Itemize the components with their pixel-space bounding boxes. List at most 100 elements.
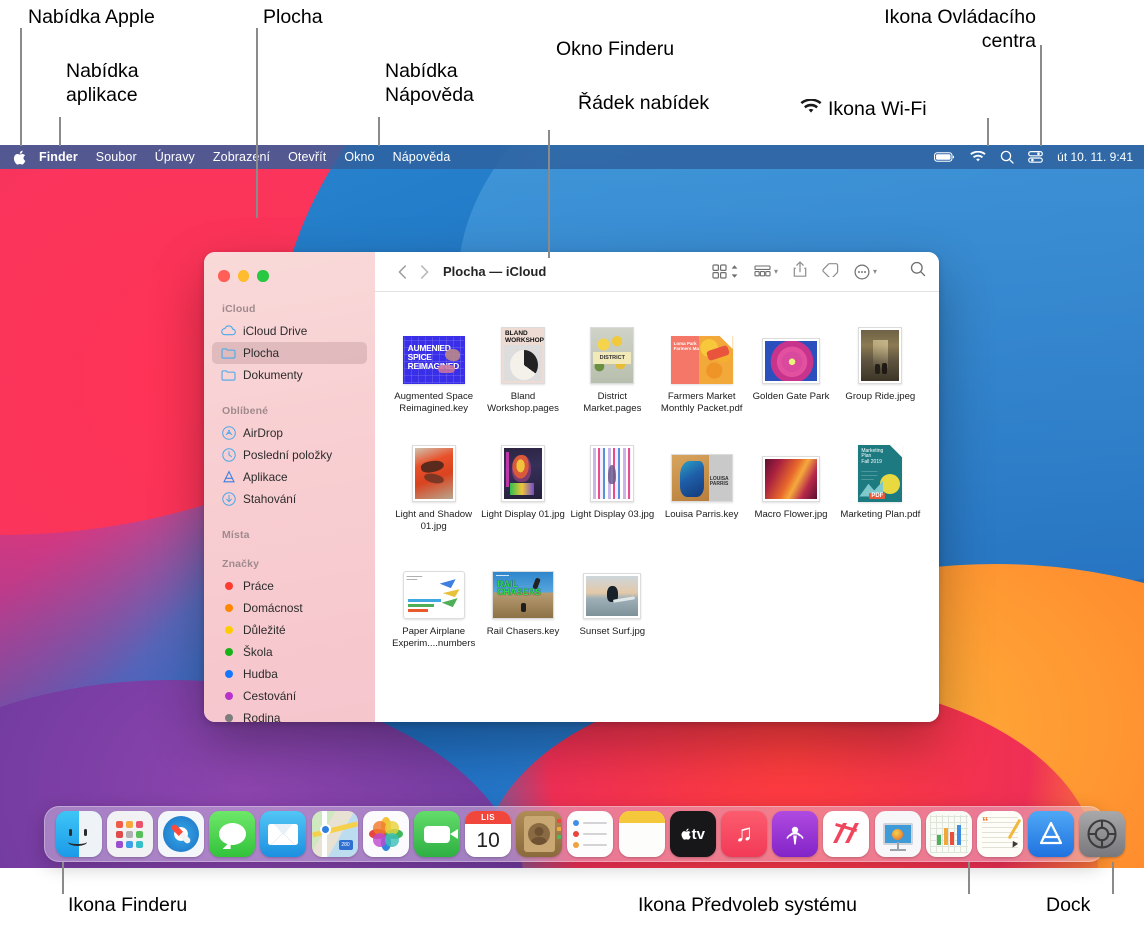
control-center-icon[interactable]: [1028, 150, 1043, 164]
file-item[interactable]: BLANDWORKSHOP Bland Workshop.pages: [478, 308, 567, 416]
sidebar-tag-dulezite[interactable]: Důležité: [212, 619, 367, 641]
dock-item-launchpad[interactable]: [107, 811, 153, 857]
finder-window[interactable]: iCloud iCloud Drive Plocha Dokumenty Obl…: [204, 252, 939, 722]
minimize-button[interactable]: [238, 270, 250, 282]
finder-content-pane[interactable]: Plocha — iCloud ▾ ▾: [375, 252, 939, 722]
dock-item-appletv[interactable]: tv: [670, 811, 716, 857]
search-icon[interactable]: [910, 261, 926, 282]
dock-item-safari[interactable]: [158, 811, 204, 857]
sidebar-item-icloud-drive[interactable]: iCloud Drive: [212, 320, 367, 342]
sidebar-item-label: Plocha: [243, 346, 279, 360]
tag-dot-icon: [221, 666, 236, 681]
sidebar-item-stahovani[interactable]: Stahování: [212, 488, 367, 510]
dock-item-photos[interactable]: [363, 811, 409, 857]
file-item[interactable]: ▬▬▬▬▬▬▬▬▬▬ Paper Airplane Experim....num…: [389, 543, 478, 651]
dock-item-calendar[interactable]: LIS 10: [465, 811, 511, 857]
menu-bar[interactable]: Finder Soubor Úpravy Zobrazení Otevřít O…: [0, 145, 1144, 169]
menu-item-upravy[interactable]: Úpravy: [146, 150, 204, 164]
menu-item-napoveda[interactable]: Nápověda: [384, 150, 460, 164]
dock[interactable]: 280 LIS 10: [44, 806, 1104, 862]
sidebar-tag-cestovani[interactable]: Cestování: [212, 685, 367, 707]
tag-dot-icon: [221, 688, 236, 703]
file-item[interactable]: DISTRICT District Market.pages: [568, 308, 657, 416]
callout-control-center: Ikona Ovládacího centra: [790, 6, 1036, 54]
file-item[interactable]: ▬▬▬▬▬ RAILCHASERS Rail Chasers.key: [478, 543, 567, 651]
menu-bar-clock[interactable]: út 10. 11. 9:41: [1057, 150, 1133, 164]
file-item[interactable]: Macro Flower.jpg: [746, 426, 835, 534]
view-options-button[interactable]: [712, 264, 739, 279]
sidebar-tag-skola[interactable]: Škola: [212, 641, 367, 663]
dock-item-keynote[interactable]: [875, 811, 921, 857]
dock-item-reminders[interactable]: [567, 811, 613, 857]
chevron-down-icon: ▾: [873, 267, 877, 276]
dock-item-finder[interactable]: [56, 811, 102, 857]
sidebar-tag-prace[interactable]: Práce: [212, 575, 367, 597]
finder-sidebar[interactable]: iCloud iCloud Drive Plocha Dokumenty Obl…: [204, 252, 375, 722]
file-name: Light Display 01.jpg: [481, 509, 565, 521]
file-item[interactable]: LOUISAPARRIS Louisa Parris.key: [657, 426, 746, 534]
dock-item-appstore[interactable]: [1028, 811, 1074, 857]
file-item[interactable]: Light Display 01.jpg: [478, 426, 567, 534]
menu-bar-status-area[interactable]: út 10. 11. 9:41: [934, 150, 1144, 164]
dock-item-pages[interactable]: “: [977, 811, 1023, 857]
file-item[interactable]: Loma ParkFarmers Market Farmers Market M…: [657, 308, 746, 416]
tag-icon[interactable]: [822, 262, 839, 282]
dock-item-mail[interactable]: [260, 811, 306, 857]
zoom-button[interactable]: [257, 270, 269, 282]
dock-item-news[interactable]: [823, 811, 869, 857]
tag-dot-icon: [221, 622, 236, 637]
sidebar-item-plocha[interactable]: Plocha: [212, 342, 367, 364]
sidebar-item-label: Hudba: [243, 667, 278, 681]
leader-app-menu: [59, 117, 61, 146]
menu-item-zobrazeni[interactable]: Zobrazení: [204, 150, 279, 164]
close-button[interactable]: [218, 270, 230, 282]
spotlight-search-icon[interactable]: [1000, 150, 1014, 164]
chevron-left-icon[interactable]: [391, 265, 413, 279]
dock-item-numbers[interactable]: [926, 811, 972, 857]
file-item[interactable]: Sunset Surf.jpg: [568, 543, 657, 651]
finder-toolbar-actions[interactable]: ▾ ▾: [712, 261, 926, 283]
menu-item-soubor[interactable]: Soubor: [87, 150, 146, 164]
sidebar-tag-hudba[interactable]: Hudba: [212, 663, 367, 685]
dock-item-maps[interactable]: 280: [312, 811, 358, 857]
menu-item-okno[interactable]: Okno: [335, 150, 383, 164]
sidebar-tag-rodina[interactable]: Rodina: [212, 707, 367, 723]
dock-item-messages[interactable]: [209, 811, 255, 857]
dock-item-podcasts[interactable]: [772, 811, 818, 857]
dock-item-music[interactable]: ♫: [721, 811, 767, 857]
sidebar-item-dokumenty[interactable]: Dokumenty: [212, 364, 367, 386]
share-icon[interactable]: [793, 261, 807, 283]
wifi-icon[interactable]: [970, 151, 986, 163]
file-name: Marketing Plan.pdf: [840, 509, 920, 521]
chevron-right-icon[interactable]: [413, 265, 435, 279]
apple-logo-icon[interactable]: [13, 150, 26, 165]
more-actions-button[interactable]: ▾: [854, 264, 877, 280]
sidebar-item-label: Aplikace: [243, 470, 288, 484]
file-item[interactable]: MarketingPlanFall 2019 —————————————— PD…: [836, 426, 925, 534]
file-item[interactable]: Group Ride.jpeg: [836, 308, 925, 416]
menu-item-finder[interactable]: Finder: [39, 150, 87, 164]
sidebar-item-posledni-polozky[interactable]: Poslední položky: [212, 444, 367, 466]
file-item[interactable]: Golden Gate Park: [746, 308, 835, 416]
dock-item-facetime[interactable]: [414, 811, 460, 857]
dock-item-system-preferences[interactable]: [1079, 811, 1125, 857]
menu-item-otevrit[interactable]: Otevřít: [279, 150, 335, 164]
sidebar-item-label: Domácnost: [243, 601, 303, 615]
sidebar-tag-domacnost[interactable]: Domácnost: [212, 597, 367, 619]
sidebar-item-aplikace[interactable]: Aplikace: [212, 466, 367, 488]
sidebar-item-label: Důležité: [243, 623, 286, 637]
sidebar-item-airdrop[interactable]: AirDrop: [212, 422, 367, 444]
file-item[interactable]: AUMENIEDSPICEREIMAGINED Augmented Space …: [389, 308, 478, 416]
dock-item-notes[interactable]: [619, 811, 665, 857]
file-item[interactable]: Light and Shadow 01.jpg: [389, 426, 478, 534]
file-item[interactable]: Light Display 03.jpg: [568, 426, 657, 534]
group-by-button[interactable]: ▾: [754, 264, 778, 279]
battery-icon[interactable]: [934, 151, 956, 163]
dock-item-contacts[interactable]: [516, 811, 562, 857]
file-grid[interactable]: AUMENIEDSPICEREIMAGINED Augmented Space …: [375, 292, 939, 722]
airdrop-icon: [221, 425, 236, 440]
finder-toolbar[interactable]: Plocha — iCloud ▾ ▾: [375, 252, 939, 292]
applications-icon: [221, 469, 236, 484]
window-controls[interactable]: [204, 261, 375, 297]
file-name: Light and Shadow 01.jpg: [389, 509, 478, 534]
